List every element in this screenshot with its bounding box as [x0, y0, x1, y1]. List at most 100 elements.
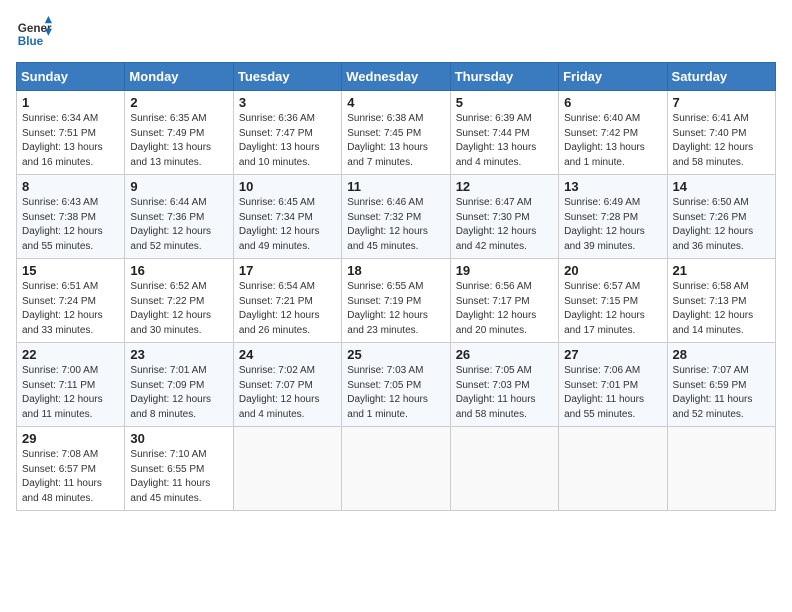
- logo: General Blue: [16, 16, 52, 52]
- calendar-cell: 18 Sunrise: 6:55 AMSunset: 7:19 PMDaylig…: [342, 259, 450, 343]
- calendar-cell: 2 Sunrise: 6:35 AMSunset: 7:49 PMDayligh…: [125, 91, 233, 175]
- day-number: 6: [564, 95, 661, 110]
- day-info: Sunrise: 6:56 AMSunset: 7:17 PMDaylight:…: [456, 281, 537, 336]
- day-number: 11: [347, 179, 444, 194]
- day-number: 23: [130, 347, 227, 362]
- day-number: 22: [22, 347, 119, 362]
- day-info: Sunrise: 6:36 AMSunset: 7:47 PMDaylight:…: [239, 113, 320, 168]
- calendar-cell: 25 Sunrise: 7:03 AMSunset: 7:05 PMDaylig…: [342, 343, 450, 427]
- day-number: 21: [673, 263, 770, 278]
- calendar-cell: [233, 427, 341, 511]
- day-info: Sunrise: 6:49 AMSunset: 7:28 PMDaylight:…: [564, 197, 645, 252]
- calendar-cell: 23 Sunrise: 7:01 AMSunset: 7:09 PMDaylig…: [125, 343, 233, 427]
- day-number: 10: [239, 179, 336, 194]
- day-info: Sunrise: 6:40 AMSunset: 7:42 PMDaylight:…: [564, 113, 645, 168]
- calendar-cell: 24 Sunrise: 7:02 AMSunset: 7:07 PMDaylig…: [233, 343, 341, 427]
- calendar-cell: 6 Sunrise: 6:40 AMSunset: 7:42 PMDayligh…: [559, 91, 667, 175]
- day-info: Sunrise: 6:57 AMSunset: 7:15 PMDaylight:…: [564, 281, 645, 336]
- weekday-header-friday: Friday: [559, 63, 667, 91]
- day-info: Sunrise: 6:45 AMSunset: 7:34 PMDaylight:…: [239, 197, 320, 252]
- day-number: 25: [347, 347, 444, 362]
- day-info: Sunrise: 7:06 AMSunset: 7:01 PMDaylight:…: [564, 365, 644, 420]
- day-number: 12: [456, 179, 553, 194]
- calendar-cell: [450, 427, 558, 511]
- day-info: Sunrise: 7:00 AMSunset: 7:11 PMDaylight:…: [22, 365, 103, 420]
- logo-icon: General Blue: [16, 16, 52, 52]
- day-info: Sunrise: 7:01 AMSunset: 7:09 PMDaylight:…: [130, 365, 211, 420]
- weekday-header-row: SundayMondayTuesdayWednesdayThursdayFrid…: [17, 63, 776, 91]
- day-info: Sunrise: 6:51 AMSunset: 7:24 PMDaylight:…: [22, 281, 103, 336]
- day-number: 14: [673, 179, 770, 194]
- day-number: 17: [239, 263, 336, 278]
- day-number: 4: [347, 95, 444, 110]
- calendar-cell: 22 Sunrise: 7:00 AMSunset: 7:11 PMDaylig…: [17, 343, 125, 427]
- calendar-cell: 11 Sunrise: 6:46 AMSunset: 7:32 PMDaylig…: [342, 175, 450, 259]
- calendar-cell: 3 Sunrise: 6:36 AMSunset: 7:47 PMDayligh…: [233, 91, 341, 175]
- day-info: Sunrise: 6:38 AMSunset: 7:45 PMDaylight:…: [347, 113, 428, 168]
- calendar-cell: 13 Sunrise: 6:49 AMSunset: 7:28 PMDaylig…: [559, 175, 667, 259]
- calendar-cell: 19 Sunrise: 6:56 AMSunset: 7:17 PMDaylig…: [450, 259, 558, 343]
- day-info: Sunrise: 6:34 AMSunset: 7:51 PMDaylight:…: [22, 113, 103, 168]
- day-number: 29: [22, 431, 119, 446]
- calendar-week-row: 1 Sunrise: 6:34 AMSunset: 7:51 PMDayligh…: [17, 91, 776, 175]
- svg-text:Blue: Blue: [18, 35, 44, 48]
- weekday-header-tuesday: Tuesday: [233, 63, 341, 91]
- calendar-cell: [342, 427, 450, 511]
- calendar-cell: 30 Sunrise: 7:10 AMSunset: 6:55 PMDaylig…: [125, 427, 233, 511]
- day-number: 1: [22, 95, 119, 110]
- day-info: Sunrise: 6:46 AMSunset: 7:32 PMDaylight:…: [347, 197, 428, 252]
- day-number: 15: [22, 263, 119, 278]
- calendar-week-row: 8 Sunrise: 6:43 AMSunset: 7:38 PMDayligh…: [17, 175, 776, 259]
- calendar-table: SundayMondayTuesdayWednesdayThursdayFrid…: [16, 62, 776, 511]
- day-info: Sunrise: 6:39 AMSunset: 7:44 PMDaylight:…: [456, 113, 537, 168]
- day-info: Sunrise: 7:08 AMSunset: 6:57 PMDaylight:…: [22, 449, 102, 504]
- calendar-cell: 16 Sunrise: 6:52 AMSunset: 7:22 PMDaylig…: [125, 259, 233, 343]
- day-number: 30: [130, 431, 227, 446]
- day-number: 9: [130, 179, 227, 194]
- day-number: 5: [456, 95, 553, 110]
- calendar-cell: 14 Sunrise: 6:50 AMSunset: 7:26 PMDaylig…: [667, 175, 775, 259]
- day-number: 3: [239, 95, 336, 110]
- weekday-header-monday: Monday: [125, 63, 233, 91]
- calendar-cell: 1 Sunrise: 6:34 AMSunset: 7:51 PMDayligh…: [17, 91, 125, 175]
- calendar-cell: 10 Sunrise: 6:45 AMSunset: 7:34 PMDaylig…: [233, 175, 341, 259]
- day-number: 26: [456, 347, 553, 362]
- day-number: 2: [130, 95, 227, 110]
- day-info: Sunrise: 6:47 AMSunset: 7:30 PMDaylight:…: [456, 197, 537, 252]
- calendar-cell: 21 Sunrise: 6:58 AMSunset: 7:13 PMDaylig…: [667, 259, 775, 343]
- calendar-cell: [667, 427, 775, 511]
- calendar-cell: 20 Sunrise: 6:57 AMSunset: 7:15 PMDaylig…: [559, 259, 667, 343]
- calendar-week-row: 15 Sunrise: 6:51 AMSunset: 7:24 PMDaylig…: [17, 259, 776, 343]
- day-number: 16: [130, 263, 227, 278]
- day-info: Sunrise: 6:54 AMSunset: 7:21 PMDaylight:…: [239, 281, 320, 336]
- day-info: Sunrise: 6:35 AMSunset: 7:49 PMDaylight:…: [130, 113, 211, 168]
- day-info: Sunrise: 7:03 AMSunset: 7:05 PMDaylight:…: [347, 365, 428, 420]
- day-number: 18: [347, 263, 444, 278]
- day-info: Sunrise: 6:41 AMSunset: 7:40 PMDaylight:…: [673, 113, 754, 168]
- day-info: Sunrise: 6:50 AMSunset: 7:26 PMDaylight:…: [673, 197, 754, 252]
- day-info: Sunrise: 7:05 AMSunset: 7:03 PMDaylight:…: [456, 365, 536, 420]
- day-number: 8: [22, 179, 119, 194]
- day-number: 19: [456, 263, 553, 278]
- calendar-week-row: 29 Sunrise: 7:08 AMSunset: 6:57 PMDaylig…: [17, 427, 776, 511]
- day-number: 24: [239, 347, 336, 362]
- day-number: 20: [564, 263, 661, 278]
- calendar-cell: 26 Sunrise: 7:05 AMSunset: 7:03 PMDaylig…: [450, 343, 558, 427]
- day-info: Sunrise: 6:44 AMSunset: 7:36 PMDaylight:…: [130, 197, 211, 252]
- day-info: Sunrise: 6:52 AMSunset: 7:22 PMDaylight:…: [130, 281, 211, 336]
- calendar-cell: 28 Sunrise: 7:07 AMSunset: 6:59 PMDaylig…: [667, 343, 775, 427]
- calendar-cell: 27 Sunrise: 7:06 AMSunset: 7:01 PMDaylig…: [559, 343, 667, 427]
- calendar-cell: 12 Sunrise: 6:47 AMSunset: 7:30 PMDaylig…: [450, 175, 558, 259]
- day-number: 27: [564, 347, 661, 362]
- day-info: Sunrise: 7:07 AMSunset: 6:59 PMDaylight:…: [673, 365, 753, 420]
- calendar-cell: 17 Sunrise: 6:54 AMSunset: 7:21 PMDaylig…: [233, 259, 341, 343]
- day-info: Sunrise: 6:55 AMSunset: 7:19 PMDaylight:…: [347, 281, 428, 336]
- calendar-cell: 4 Sunrise: 6:38 AMSunset: 7:45 PMDayligh…: [342, 91, 450, 175]
- page-header: General Blue: [16, 16, 776, 52]
- calendar-cell: 9 Sunrise: 6:44 AMSunset: 7:36 PMDayligh…: [125, 175, 233, 259]
- calendar-cell: [559, 427, 667, 511]
- calendar-cell: 29 Sunrise: 7:08 AMSunset: 6:57 PMDaylig…: [17, 427, 125, 511]
- day-number: 13: [564, 179, 661, 194]
- weekday-header-sunday: Sunday: [17, 63, 125, 91]
- day-number: 7: [673, 95, 770, 110]
